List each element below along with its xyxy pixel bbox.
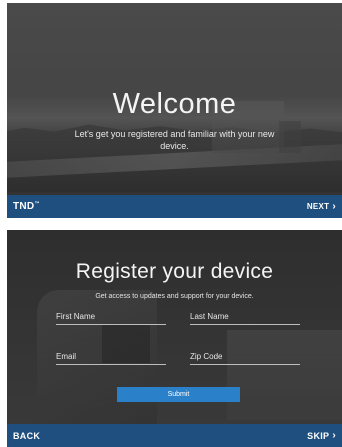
- welcome-screen: Welcome Let's get you registered and fam…: [7, 3, 342, 218]
- register-subtitle: Get access to updates and support for yo…: [95, 293, 254, 300]
- back-button[interactable]: BACK: [13, 431, 40, 441]
- register-screen: Register your device Get access to updat…: [7, 230, 342, 447]
- zip-code-input[interactable]: [190, 351, 300, 365]
- submit-button[interactable]: Submit: [117, 387, 240, 402]
- trademark-symbol: ™: [34, 201, 40, 207]
- background-truck-cab: [279, 121, 301, 153]
- register-title: Register your device: [75, 260, 274, 283]
- email-input[interactable]: [56, 351, 166, 365]
- welcome-title: Welcome: [112, 88, 237, 120]
- welcome-bottom-bar: TND™ NEXT ›: [7, 195, 342, 218]
- last-name-input[interactable]: [190, 311, 300, 325]
- first-name-input[interactable]: [56, 311, 166, 325]
- skip-button[interactable]: SKIP ›: [307, 429, 336, 441]
- chevron-right-icon: ›: [332, 200, 336, 212]
- next-button[interactable]: NEXT ›: [306, 200, 336, 212]
- background-truck-trailer: [227, 330, 342, 420]
- chevron-right-icon: ›: [332, 429, 336, 441]
- register-bottom-bar: BACK SKIP ›: [7, 424, 342, 447]
- next-label: NEXT: [306, 202, 330, 211]
- welcome-subtitle: Let's get you registered and familiar wi…: [74, 129, 275, 151]
- brand-logo: TND™: [13, 201, 40, 212]
- skip-label: SKIP: [307, 430, 330, 441]
